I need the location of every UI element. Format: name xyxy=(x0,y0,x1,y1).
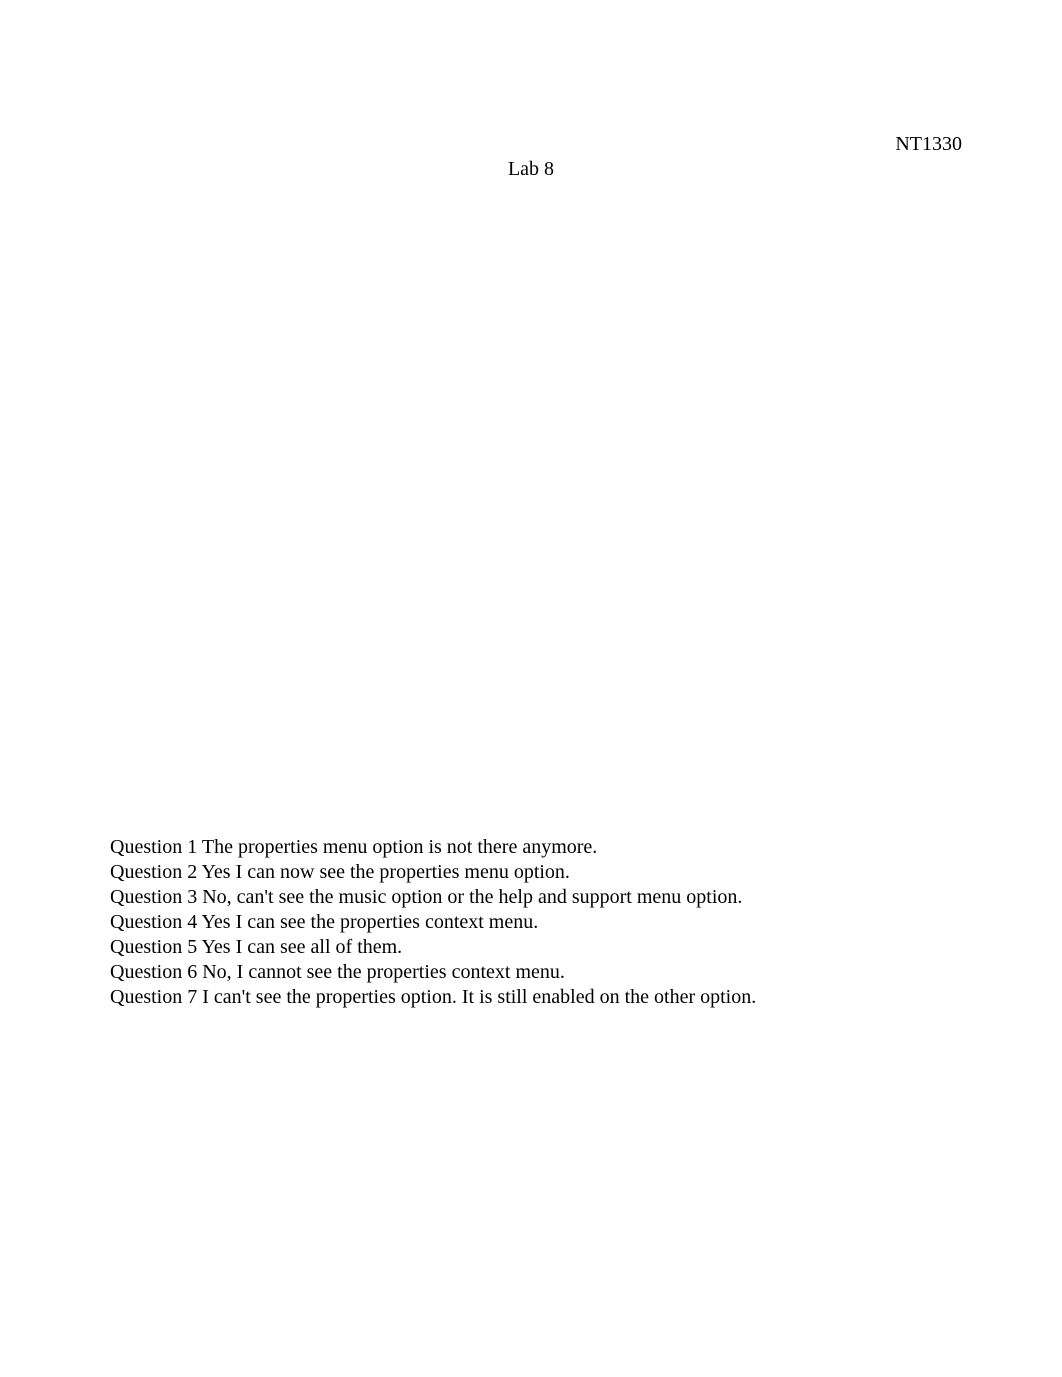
question-text: The properties menu option is not there … xyxy=(202,836,597,858)
page-title: Lab 8 xyxy=(0,158,1062,181)
question-row: Question 7 I can't see the properties op… xyxy=(110,985,962,1010)
question-row: Question 4 Yes I can see the properties … xyxy=(110,910,962,935)
question-text: I can't see the properties option. It is… xyxy=(202,986,756,1008)
question-label: Question 3 xyxy=(110,886,202,908)
question-text: No, can't see the music option or the he… xyxy=(202,886,742,908)
question-label: Question 1 xyxy=(110,836,202,858)
question-label: Question 5 xyxy=(110,936,201,958)
question-row: Question 6 No, I cannot see the properti… xyxy=(110,960,962,985)
question-label: Question 6 xyxy=(110,961,202,983)
question-row: Question 1 The properties menu option is… xyxy=(110,835,962,860)
questions-block: Question 1 The properties menu option is… xyxy=(110,835,962,1010)
question-row: Question 2 Yes I can now see the propert… xyxy=(110,860,962,885)
question-text: Yes I can see the properties context men… xyxy=(201,911,538,933)
question-label: Question 7 xyxy=(110,986,202,1008)
question-label: Question 2 xyxy=(110,861,201,883)
document-page: NT1330 Lab 8 Question 1 The properties m… xyxy=(0,0,1062,1377)
question-text: Yes I can now see the properties menu op… xyxy=(201,861,569,883)
question-row: Question 3 No, can't see the music optio… xyxy=(110,885,962,910)
question-text: Yes I can see all of them. xyxy=(201,936,402,958)
question-label: Question 4 xyxy=(110,911,201,933)
question-row: Question 5 Yes I can see all of them. xyxy=(110,935,962,960)
question-text: No, I cannot see the properties context … xyxy=(202,961,565,983)
course-code: NT1330 xyxy=(895,133,962,156)
